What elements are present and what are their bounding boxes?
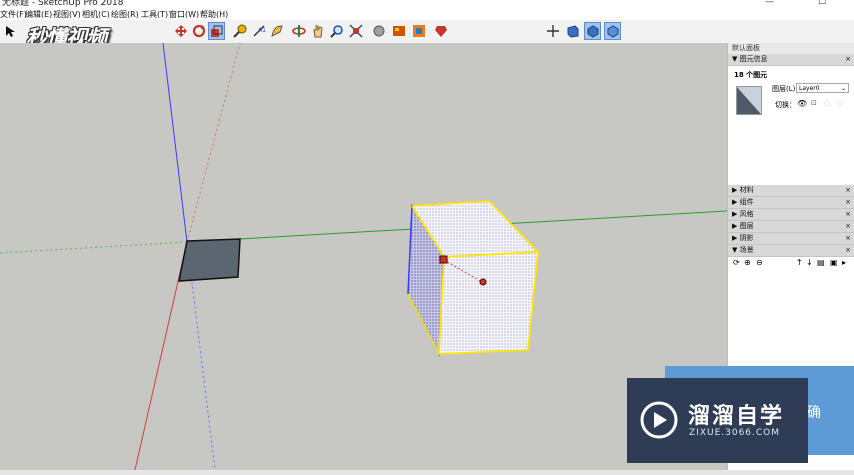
extension-icon[interactable] — [410, 22, 427, 40]
menu-window[interactable]: 窗口(W) — [169, 9, 199, 20]
view-front-icon[interactable] — [604, 22, 621, 40]
maximize-button[interactable]: ☐ — [818, 0, 826, 7]
axes-icon[interactable] — [544, 22, 561, 40]
watermark: 溜溜自学 ZIXUE.3066.COM — [627, 378, 808, 463]
tape-measure-icon[interactable] — [231, 22, 248, 40]
main-toolbar: A1 — [0, 20, 854, 44]
entity-info-label: ▼ 图元信息 — [732, 55, 768, 63]
visibility-eye-icon[interactable]: 👁 — [797, 99, 807, 108]
materials-panel-header[interactable]: ▶ 材料 × — [728, 185, 854, 197]
ruby-icon[interactable] — [432, 22, 449, 40]
close-icon[interactable]: × — [845, 245, 851, 256]
svg-text:A1: A1 — [258, 27, 266, 34]
expand-icon[interactable]: ▸ — [842, 258, 846, 267]
styles-panel-header[interactable]: ▶ 风格 × — [728, 209, 854, 221]
lock-icon[interactable]: ⊡ — [811, 99, 817, 107]
scene-canvas — [0, 43, 727, 470]
midpoint-marker — [479, 278, 487, 286]
dimension-icon[interactable]: A1 — [250, 22, 267, 40]
materials-label: ▶ 材料 — [732, 186, 754, 194]
components-panel-header[interactable]: ▶ 组件 × — [728, 197, 854, 209]
zoom-icon[interactable] — [328, 22, 345, 40]
remove-scene-icon[interactable]: ⊖ — [756, 258, 763, 267]
red-axis-dotted — [186, 43, 241, 243]
rotate-tool-icon[interactable] — [190, 22, 207, 40]
close-icon[interactable]: × — [845, 54, 851, 65]
details-icon[interactable]: ▣ — [830, 258, 838, 267]
tray-empty-space — [728, 120, 854, 185]
layer-select-value: Layer0 — [799, 85, 820, 92]
menu-file[interactable]: 文件(F) — [0, 9, 27, 20]
title-bar: 无标题 - SketchUp Pro 2018 — ☐ — [0, 0, 854, 9]
close-icon[interactable]: × — [845, 221, 851, 232]
menu-help[interactable]: 帮助(H) — [200, 9, 228, 20]
menu-tools[interactable]: 工具(T) — [141, 9, 168, 20]
refresh-icon[interactable]: ⟳ — [733, 258, 740, 267]
scenes-panel-header[interactable]: ▼ 场景 × — [728, 245, 854, 257]
scale-tool-icon[interactable] — [208, 22, 225, 40]
zoom-extents-icon[interactable] — [347, 22, 364, 40]
components-label: ▶ 组件 — [732, 198, 754, 206]
layers-panel-header[interactable]: ▶ 图层 × — [728, 221, 854, 233]
shadows-label: ▶ 阴影 — [732, 234, 754, 242]
box-front-face — [438, 251, 540, 355]
menu-camera[interactable]: 相机(C) — [82, 9, 110, 20]
blue-axis — [162, 43, 188, 243]
layers-label: ▶ 图层 — [732, 222, 754, 230]
minimize-button[interactable]: — — [765, 0, 774, 7]
cast-shadow-icon[interactable]: ◌ — [837, 99, 843, 107]
menu-draw[interactable]: 绘图(R) — [111, 9, 139, 20]
material-swatch[interactable] — [736, 86, 762, 115]
section-plane-icon[interactable] — [564, 22, 581, 40]
close-icon[interactable]: × — [845, 185, 851, 196]
entity-info-header[interactable]: ▼ 图元信息 × — [728, 54, 854, 66]
warehouse-icon[interactable] — [370, 22, 387, 40]
components-icon[interactable] — [390, 22, 407, 40]
close-icon[interactable]: × — [845, 197, 851, 208]
view-iso-icon[interactable] — [584, 22, 601, 40]
orbit-icon[interactable] — [290, 22, 307, 40]
close-icon[interactable]: × — [845, 209, 851, 220]
move-tool-icon[interactable] — [172, 22, 189, 40]
shadows-panel-header[interactable]: ▶ 阴影 × — [728, 233, 854, 245]
dialog-fragment-text: 确 — [807, 405, 821, 421]
watermark-url: ZIXUE.3066.COM — [689, 428, 781, 438]
text-tool-icon[interactable] — [268, 22, 285, 40]
play-logo-icon — [640, 401, 678, 439]
menu-bar: 文件(F) 编辑(E) 视图(V) 相机(C) 绘图(R) 工具(T) 窗口(W… — [0, 9, 854, 20]
entity-count: 18 个图元 — [734, 71, 768, 79]
move-down-icon[interactable]: ↓ — [806, 258, 813, 267]
toggles-label: 切换： — [775, 101, 796, 109]
tray-title: 默认面板 — [728, 43, 854, 54]
entity-info-body: 图层(L): Layer0 ⌄ 切换： 👁 ⊡ ◌ ◌ — [728, 80, 854, 120]
close-icon[interactable]: × — [845, 233, 851, 244]
move-up-icon[interactable]: ↑ — [796, 258, 803, 267]
flat-face — [178, 238, 241, 282]
watermark-brand: 溜溜自学 — [688, 404, 785, 429]
styles-label: ▶ 风格 — [732, 210, 754, 218]
drawing-viewport[interactable] — [0, 43, 727, 470]
pan-icon[interactable] — [309, 22, 326, 40]
menu-edit[interactable]: 编辑(E) — [25, 9, 52, 20]
menu-view[interactable]: 视图(V) — [53, 9, 81, 20]
view-options-icon[interactable]: ▤ — [817, 258, 825, 267]
layer-select[interactable]: Layer0 ⌄ — [796, 83, 849, 93]
layer-label: 图层(L): — [772, 85, 798, 93]
window-title: 无标题 - SketchUp Pro 2018 — [2, 0, 124, 8]
scenes-label: ▼ 场景 — [732, 246, 754, 254]
select-tool-icon[interactable] — [2, 22, 19, 40]
scenes-toolbar: ⟳ ⊕ ⊖ ↑ ↓ ▤ ▣ ▸ — [728, 257, 854, 269]
chevron-down-icon: ⌄ — [840, 85, 846, 92]
green-axis-dotted — [0, 241, 188, 254]
status-bar — [0, 470, 854, 475]
receive-shadow-icon[interactable]: ◌ — [824, 99, 830, 107]
add-scene-icon[interactable]: ⊕ — [744, 258, 751, 267]
endpoint-marker — [439, 255, 448, 264]
